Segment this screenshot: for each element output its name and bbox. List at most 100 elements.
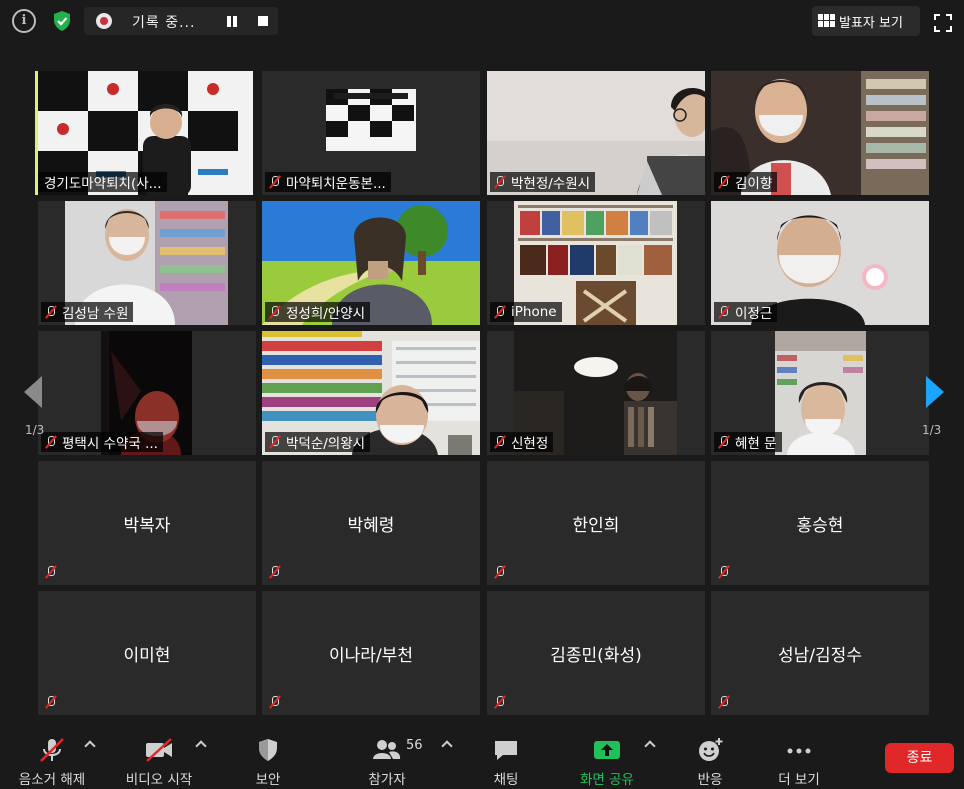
participant-name-tag: 평택시 수약국 ... [41, 432, 163, 452]
video-tile[interactable]: 마약퇴치운동본... [262, 71, 480, 195]
participant-name-tag: 김성남 수원 [41, 302, 134, 322]
participant-name-tag [714, 562, 736, 582]
muted-mic-icon [493, 175, 507, 189]
encryption-shield-icon[interactable] [50, 9, 74, 33]
security-label: 보안 [255, 772, 281, 788]
participant-name-tag: 신현정 [490, 432, 554, 452]
participant-name: 박덕순/의왕시 [286, 436, 366, 452]
participant-tile[interactable]: 박복자 [38, 461, 256, 585]
participant-name: 박혜령 [347, 516, 395, 536]
top-bar: i 기록 중... 발표자 보기 [0, 0, 964, 42]
share-screen-icon [592, 737, 622, 763]
video-tile[interactable]: 혜현 문 [711, 331, 929, 455]
pause-recording-icon[interactable] [226, 16, 238, 27]
participant-tile[interactable]: 한인희 [487, 461, 705, 585]
participant-name: 정성희/안양시 [286, 306, 366, 322]
smiley-icon [695, 737, 725, 763]
muted-mic-icon [493, 305, 507, 319]
participants-options-caret-icon[interactable] [441, 740, 453, 752]
participant-name-tag [41, 692, 63, 712]
video-tile[interactable]: 김성남 수원 [38, 201, 256, 325]
participant-name-tag: 박덕순/의왕시 [265, 432, 371, 452]
participant-name: 김종민(화성) [550, 646, 642, 666]
unmute-button[interactable]: 음소거 해제 [8, 734, 96, 788]
video-tile[interactable]: 김이향 [711, 71, 929, 195]
video-tile[interactable]: 박현정/수원시 [487, 71, 705, 195]
unmute-label: 음소거 해제 [18, 772, 86, 788]
participant-name-tag: 정성희/안양시 [265, 302, 371, 322]
participant-name-tag: iPhone [490, 302, 562, 322]
muted-mic-icon [493, 565, 507, 579]
participant-name-tag [490, 562, 512, 582]
participant-name: iPhone [511, 304, 557, 320]
chat-bubble-icon [491, 737, 521, 763]
fullscreen-icon[interactable] [934, 14, 952, 32]
participant-name: 홍승현 [796, 516, 844, 536]
participant-name: 신현정 [511, 436, 549, 452]
participant-tile[interactable]: 이미현 [38, 591, 256, 715]
start-video-label: 비디오 시작 [125, 772, 193, 788]
participant-name-tag [41, 562, 63, 582]
more-label: 더 보기 [778, 772, 820, 788]
participant-tile[interactable]: 홍승현 [711, 461, 929, 585]
participant-name-tag [490, 692, 512, 712]
video-tile[interactable]: 이정근 [711, 201, 929, 325]
muted-mic-icon [268, 175, 282, 189]
start-video-button[interactable]: 비디오 시작 [116, 734, 202, 788]
muted-mic-icon [717, 305, 731, 319]
muted-mic-icon [44, 695, 58, 709]
participant-name: 평택시 수약국 ... [62, 436, 158, 452]
share-options-caret-icon[interactable] [644, 740, 656, 752]
participant-name: 한인희 [572, 516, 620, 536]
muted-mic-icon [717, 565, 731, 579]
participant-name-tag: 박현정/수원시 [490, 172, 596, 192]
reactions-label: 반응 [697, 772, 723, 788]
muted-mic-icon [268, 435, 282, 449]
participant-name: 경기도마약퇴치(사... [44, 176, 162, 192]
arrow-left-icon [24, 376, 42, 408]
participant-tile[interactable]: 박혜령 [262, 461, 480, 585]
stop-recording-icon[interactable] [258, 16, 268, 26]
participant-name: 박현정/수원시 [511, 176, 591, 192]
info-icon[interactable]: i [12, 9, 36, 33]
muted-mic-icon [493, 435, 507, 449]
video-tile[interactable]: 신현정 [487, 331, 705, 455]
security-button[interactable]: 보안 [240, 734, 296, 788]
participant-name: 김이향 [735, 176, 773, 192]
muted-mic-icon [268, 565, 282, 579]
share-screen-button[interactable]: 화면 공유 [572, 734, 642, 788]
more-button[interactable]: 더 보기 [768, 734, 830, 788]
participant-name-tag: 혜현 문 [714, 432, 782, 452]
video-tile[interactable]: iPhone [487, 201, 705, 325]
chat-button[interactable]: 채팅 [478, 734, 534, 788]
participant-name-tag: 마약퇴치운동본... [265, 172, 391, 192]
participant-tile[interactable]: 김종민(화성) [487, 591, 705, 715]
video-tile[interactable]: 정성희/안양시 [262, 201, 480, 325]
participant-name-tag [265, 562, 287, 582]
video-tile[interactable]: 평택시 수약국 ... [38, 331, 256, 455]
video-tile[interactable]: 경기도마약퇴치(사... [35, 71, 253, 195]
participants-button[interactable]: 56 참가자 [352, 734, 422, 788]
muted-mic-icon [493, 695, 507, 709]
arrow-right-icon [926, 376, 944, 408]
recording-indicator: 기록 중... [84, 7, 278, 35]
participant-name-tag: 이정근 [714, 302, 778, 322]
speaker-view-label: 발표자 보기 [839, 16, 903, 31]
more-dots-icon [784, 737, 814, 763]
participant-name-tag: 경기도마약퇴치(사... [38, 172, 167, 192]
participant-name: 이미현 [123, 646, 171, 666]
participant-name: 마약퇴치운동본... [286, 176, 386, 192]
end-meeting-button[interactable]: 종료 [885, 743, 954, 773]
previous-page-button[interactable]: 1/3 [18, 343, 51, 443]
muted-mic-icon [717, 175, 731, 189]
reactions-button[interactable]: 반응 [682, 734, 738, 788]
next-page-button[interactable]: 1/3 [912, 343, 945, 443]
video-off-icon [144, 737, 174, 763]
recording-dot-icon [96, 13, 112, 29]
speaker-view-button[interactable]: 발표자 보기 [812, 6, 920, 36]
participant-tile[interactable]: 성남/김정수 [711, 591, 929, 715]
video-tile[interactable]: 박덕순/의왕시 [262, 331, 480, 455]
participant-tile[interactable]: 이나라/부천 [262, 591, 480, 715]
share-screen-label: 화면 공유 [580, 772, 634, 788]
muted-mic-icon [268, 305, 282, 319]
